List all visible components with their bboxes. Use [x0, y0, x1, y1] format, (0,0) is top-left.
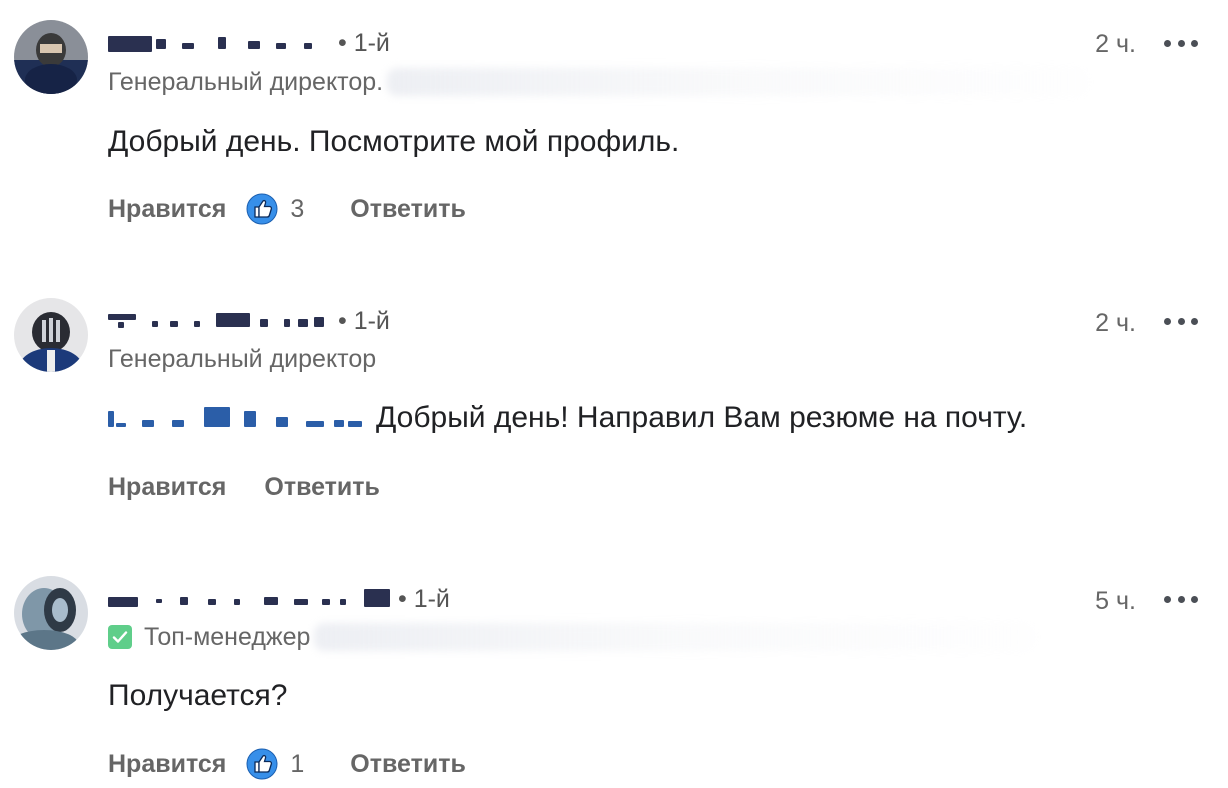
- comment-body: Получается?: [108, 674, 287, 718]
- author-headline: Топ-менеджер: [108, 620, 1035, 654]
- mention-redacted[interactable]: [108, 407, 370, 429]
- timestamp: 5 ч.: [1095, 587, 1136, 615]
- like-count[interactable]: 3: [290, 195, 304, 224]
- reply-button[interactable]: Ответить: [350, 195, 466, 224]
- timestamp: 2 ч.: [1095, 309, 1136, 337]
- connection-degree: • 1-й: [398, 584, 450, 613]
- comment-text: Получается?: [108, 679, 288, 712]
- reply-button[interactable]: Ответить: [350, 750, 466, 779]
- like-button[interactable]: Нравится: [108, 473, 226, 502]
- comment-actions: Нравится Ответить: [108, 468, 380, 506]
- avatar[interactable]: [14, 298, 88, 372]
- author-headline: Генеральный директор.: [108, 64, 1088, 100]
- comment-text: Добрый день! Направил Вам резюме на почт…: [376, 401, 1028, 434]
- thumbs-up-icon: [246, 748, 278, 780]
- comment-body: Добрый день! Направил Вам резюме на почт…: [108, 396, 1027, 440]
- timestamp: 2 ч.: [1095, 30, 1136, 58]
- like-button[interactable]: Нравится: [108, 195, 226, 224]
- comment-actions: Нравится 1 Ответить: [108, 745, 466, 783]
- redacted-headline: [387, 68, 1088, 96]
- headline-text: Топ-менеджер: [144, 622, 311, 651]
- verified-check-icon: [108, 625, 132, 649]
- connection-degree: • 1-й: [338, 28, 390, 57]
- redacted-headline: [314, 623, 1035, 651]
- more-options-icon[interactable]: [1164, 33, 1198, 53]
- author-line: • 1-й: [108, 306, 390, 336]
- comment-text: Добрый день. Посмотрите мой профиль.: [108, 125, 680, 158]
- headline-text: Генеральный директор: [108, 344, 377, 373]
- reply-button[interactable]: Ответить: [264, 473, 380, 502]
- avatar[interactable]: [14, 576, 88, 650]
- author-name-redacted[interactable]: [108, 33, 332, 53]
- headline-text: Генеральный директор.: [108, 67, 384, 96]
- more-options-icon[interactable]: [1164, 589, 1198, 609]
- avatar[interactable]: [14, 20, 88, 94]
- author-name-redacted[interactable]: [108, 589, 392, 609]
- thumbs-up-icon: [246, 193, 278, 225]
- connection-degree: • 1-й: [338, 306, 390, 335]
- comment-actions: Нравится 3 Ответить: [108, 190, 466, 228]
- comment-body: Добрый день. Посмотрите мой профиль.: [108, 120, 679, 164]
- author-line: • 1-й: [108, 28, 390, 58]
- more-options-icon[interactable]: [1164, 311, 1198, 331]
- author-line: • 1-й: [108, 584, 450, 614]
- like-count[interactable]: 1: [290, 750, 304, 779]
- author-name-redacted[interactable]: [108, 311, 332, 331]
- like-button[interactable]: Нравится: [108, 750, 226, 779]
- author-headline: Генеральный директор: [108, 342, 376, 376]
